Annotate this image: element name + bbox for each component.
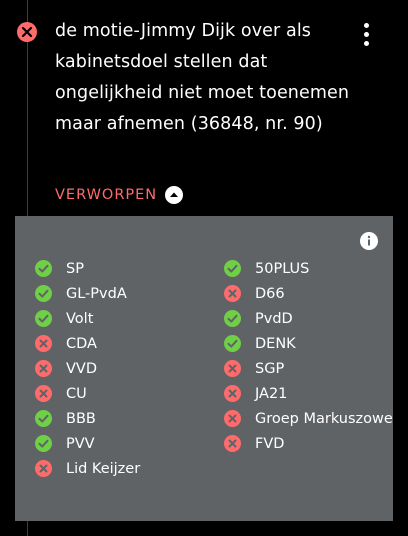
vote-column-left: SP GL-PvdA Volt CDA VVD CU BBB PVV Lid Keijzer [35,256,140,481]
more-options-button[interactable] [356,20,376,48]
chevron-up-icon [165,186,184,204]
x-circle-icon [35,335,52,352]
vote-panel: SP GL-PvdA Volt CDA VVD CU BBB PVV Lid Keijzer 5… [15,216,393,521]
check-circle-icon [35,285,52,302]
party-name: Volt [66,310,94,327]
check-circle-icon [35,310,52,327]
party-vote-row: 50PLUS [224,256,393,281]
party-vote-row: BBB [35,406,140,431]
x-circle-icon [224,435,241,452]
x-circle-icon [224,285,241,302]
party-vote-row: D66 [224,281,393,306]
x-circle-icon [17,22,37,42]
check-circle-icon [224,260,241,277]
party-name: GL-PvdA [66,285,127,302]
party-name: D66 [255,285,285,302]
motion-title: de motie-Jimmy Dijk over als kabinetsdoe… [55,21,350,134]
check-circle-icon [35,260,52,277]
check-circle-icon [35,410,52,427]
x-circle-icon [224,385,241,402]
party-vote-row: GL-PvdA [35,281,140,306]
x-circle-icon [224,410,241,427]
party-vote-row: JA21 [224,381,393,406]
party-name: CU [66,385,87,402]
party-name: SGP [255,360,285,377]
result-toggle[interactable]: VERWORPEN [55,184,184,206]
party-vote-row: CU [35,381,140,406]
party-name: VVD [66,360,98,377]
party-name: DENK [255,335,296,352]
x-circle-icon [35,385,52,402]
check-circle-icon [224,335,241,352]
party-name: 50PLUS [255,260,310,277]
party-name: FVD [255,435,285,452]
kebab-menu-icon [363,22,369,28]
party-vote-row: DENK [224,331,393,356]
x-circle-icon [224,360,241,377]
party-vote-row: CDA [35,331,140,356]
info-icon[interactable] [360,232,378,250]
party-vote-row: Lid Keijzer [35,456,140,481]
party-vote-row: PVV [35,431,140,456]
party-vote-row: VVD [35,356,140,381]
x-circle-icon [35,360,52,377]
party-name: BBB [66,410,96,427]
party-vote-row: SP [35,256,140,281]
check-circle-icon [35,435,52,452]
party-name: Groep Markuszowe [255,410,393,427]
party-vote-row: FVD [224,431,393,456]
party-name: PVV [66,435,95,452]
party-vote-row: Groep Markuszowe [224,406,393,431]
result-label: VERWORPEN [55,187,158,203]
party-name: Lid Keijzer [66,460,141,477]
check-circle-icon [224,310,241,327]
party-vote-row: PvdD [224,306,393,331]
party-name: JA21 [255,385,288,402]
party-vote-row: Volt [35,306,140,331]
party-name: SP [66,260,84,277]
party-name: PvdD [255,310,293,327]
x-circle-icon [35,460,52,477]
party-vote-row: SGP [224,356,393,381]
party-name: CDA [66,335,97,352]
vote-column-right: 50PLUS D66 PvdD DENK SGP JA21 Groep Markuszowe… [224,256,393,456]
